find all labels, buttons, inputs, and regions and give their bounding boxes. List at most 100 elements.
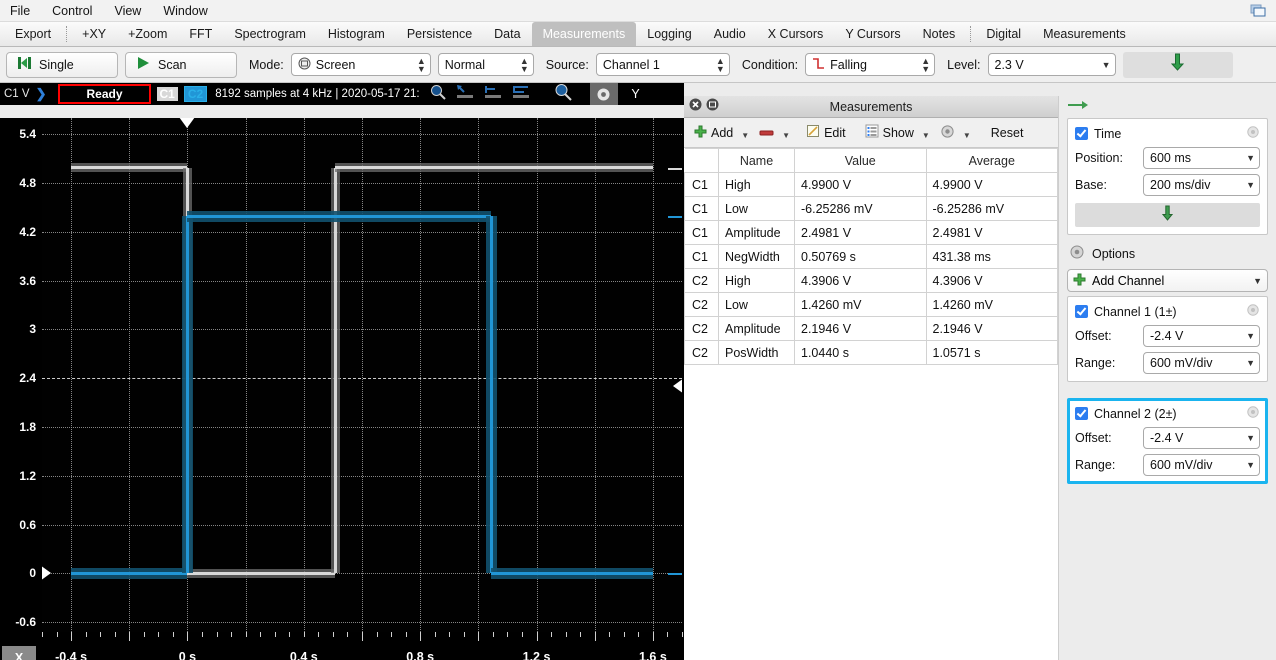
gear-icon[interactable] <box>1246 405 1260 422</box>
table-row[interactable]: C1 Low -6.25286 mV -6.25286 mV <box>684 196 1058 221</box>
gear-icon[interactable] <box>1246 303 1260 320</box>
chevron-down-icon[interactable]: ▼ <box>1242 433 1255 443</box>
tab-spectrogram[interactable]: Spectrogram <box>223 22 317 46</box>
run-trigger-button[interactable] <box>1122 51 1233 78</box>
source-select[interactable]: Channel 1 ▲ ▼ <box>595 53 730 76</box>
base-select[interactable]: 200 ms/div ▼ <box>1143 174 1260 196</box>
menu-control[interactable]: Control <box>52 4 92 18</box>
edit-measurement-button[interactable]: Edit <box>802 124 850 141</box>
channel-2-enable-checkbox[interactable] <box>1075 407 1088 420</box>
x-axis-selector[interactable]: X <box>2 646 36 660</box>
undock-icon[interactable] <box>706 98 719 116</box>
channel-2-card[interactable]: Channel 2 (2±) Offset: -2.4 V ▼ Range: 6… <box>1067 398 1268 484</box>
channel-level-marker-left[interactable] <box>42 565 51 582</box>
close-icon[interactable] <box>689 98 702 116</box>
tab-persistence[interactable]: Persistence <box>396 22 483 46</box>
tab-logging[interactable]: Logging <box>636 22 703 46</box>
chevron-down-icon[interactable]: ▼ <box>1242 460 1255 470</box>
tab-notes[interactable]: Notes <box>912 22 967 46</box>
chip-c1[interactable]: C1 <box>156 87 178 101</box>
y-axis-selector[interactable]: Y <box>623 83 648 105</box>
channel-2-offset-select[interactable]: -2.4 V ▼ <box>1143 427 1260 449</box>
condition-select[interactable]: Falling ▲ ▼ <box>805 53 936 76</box>
table-row[interactable]: C2 PosWidth 1.0440 s 1.0571 s <box>684 340 1058 365</box>
menu-file[interactable]: File <box>10 4 30 18</box>
channel-1-range-select[interactable]: 600 mV/div ▼ <box>1143 352 1260 374</box>
single-button[interactable]: Single <box>6 51 118 78</box>
menu-window[interactable]: Window <box>163 4 207 18</box>
gear-icon[interactable] <box>589 83 618 105</box>
chevron-down-icon[interactable]: ▼ <box>1249 276 1262 286</box>
tab-zoom[interactable]: +Zoom <box>117 22 178 46</box>
channel-1-enable-checkbox[interactable] <box>1075 305 1088 318</box>
table-row[interactable]: C1 High 4.9900 V 4.9900 V <box>684 172 1058 197</box>
table-row[interactable]: C2 High 4.3906 V 4.3906 V <box>684 268 1058 293</box>
magnifier-icon[interactable] <box>554 83 572 106</box>
x-axis-tick <box>100 632 102 637</box>
align-top-icon[interactable] <box>484 84 502 105</box>
cell-average: 1.0571 s <box>925 340 1058 365</box>
channel-1-offset-select[interactable]: -2.4 V ▼ <box>1143 325 1260 347</box>
tab-digital[interactable]: Digital <box>975 22 1032 46</box>
chevron-down-icon[interactable]: ▼ <box>1242 180 1255 190</box>
channel-2-range-select[interactable]: 600 mV/div ▼ <box>1143 454 1260 476</box>
menu-view[interactable]: View <box>114 4 141 18</box>
tab-y-cursors[interactable]: Y Cursors <box>834 22 911 46</box>
tab-fft[interactable]: FFT <box>178 22 223 46</box>
align-full-icon[interactable] <box>512 84 530 105</box>
tab-x-cursors[interactable]: X Cursors <box>757 22 835 46</box>
chevron-down-icon[interactable]: ▼ <box>1098 60 1111 70</box>
table-row[interactable]: C2 Amplitude 2.1946 V 2.1946 V <box>684 316 1058 341</box>
mode-select[interactable]: Screen ▲ ▼ <box>290 53 431 76</box>
table-row[interactable]: C1 Amplitude 2.4981 V 2.4981 V <box>684 220 1058 245</box>
tab-audio[interactable]: Audio <box>703 22 757 46</box>
tab-histogram[interactable]: Histogram <box>317 22 396 46</box>
menubar: File Control View Window <box>0 0 1276 22</box>
plot-grid[interactable] <box>42 118 682 632</box>
tab-xy[interactable]: +XY <box>71 22 117 46</box>
right-chevron-icon[interactable]: ❯ <box>36 86 47 102</box>
show-dropdown-caret[interactable]: ▼ <box>921 125 933 140</box>
x-tick-label: 0 s <box>178 650 197 660</box>
updown-icon-4[interactable]: ▲ ▼ <box>917 56 930 73</box>
time-apply-button[interactable] <box>1075 203 1260 227</box>
updown-icon[interactable]: ▲ ▼ <box>413 56 426 73</box>
add-dropdown-caret[interactable]: ▼ <box>740 125 752 140</box>
show-measurement-button[interactable]: Show <box>861 124 918 141</box>
measurements-toolbar: Add ▼ ▼ Edit Show ▼ ▼ Reset <box>684 118 1058 148</box>
add-channel-button[interactable]: Add Channel ▼ <box>1067 269 1268 292</box>
gear-icon[interactable] <box>1246 125 1260 142</box>
updown-icon-2[interactable]: ▲ ▼ <box>516 56 529 73</box>
y-tick-label: 0.6 <box>19 517 36 532</box>
tab-export[interactable]: Export <box>4 22 62 46</box>
add-measurement-button[interactable]: Add <box>690 125 737 141</box>
time-enable-checkbox[interactable] <box>1075 127 1088 140</box>
tab-measurements-active[interactable]: Measurements <box>531 22 637 46</box>
trigger-position-marker[interactable] <box>179 118 196 128</box>
restore-window-icon[interactable] <box>1248 3 1268 19</box>
reset-measurements-button[interactable]: Reset <box>987 126 1028 140</box>
right-arrow-icon[interactable] <box>1067 98 1089 116</box>
zoom-fit-icon[interactable] <box>430 84 446 105</box>
align-left-icon[interactable] <box>456 84 474 105</box>
waveform-plot[interactable]: 5.4 4.8 4.2 3.6 3 2.4 1.8 1.2 0.6 0 -0.6 -0.4 s 0 s… <box>0 118 684 660</box>
tab-measurements[interactable]: Measurements <box>1032 22 1137 46</box>
chip-c2[interactable]: C2 <box>183 86 208 102</box>
remove-dropdown-caret[interactable]: ▼ <box>781 125 793 140</box>
chevron-down-icon[interactable]: ▼ <box>1242 358 1255 368</box>
chevron-down-icon[interactable]: ▼ <box>1242 153 1255 163</box>
table-row[interactable]: C1 NegWidth 0.50769 s 431.38 ms <box>684 244 1058 269</box>
position-select[interactable]: 600 ms ▼ <box>1143 147 1260 169</box>
table-row[interactable]: C2 Low 1.4260 mV 1.4260 mV <box>684 292 1058 317</box>
x-axis-tick <box>85 632 87 637</box>
trigger-level-marker[interactable] <box>673 378 682 395</box>
level-select[interactable]: 2.3 V ▼ <box>987 53 1116 76</box>
settings-dropdown-caret[interactable]: ▼ <box>962 125 974 140</box>
remove-measurement-button[interactable] <box>755 126 778 140</box>
tab-data[interactable]: Data <box>483 22 531 46</box>
measurement-settings-button[interactable] <box>936 124 959 142</box>
updown-icon-3[interactable]: ▲ ▼ <box>712 56 725 73</box>
mode-sub-select[interactable]: Normal ▲ ▼ <box>437 53 534 76</box>
chevron-down-icon[interactable]: ▼ <box>1242 331 1255 341</box>
scan-button[interactable]: Scan <box>125 51 237 78</box>
